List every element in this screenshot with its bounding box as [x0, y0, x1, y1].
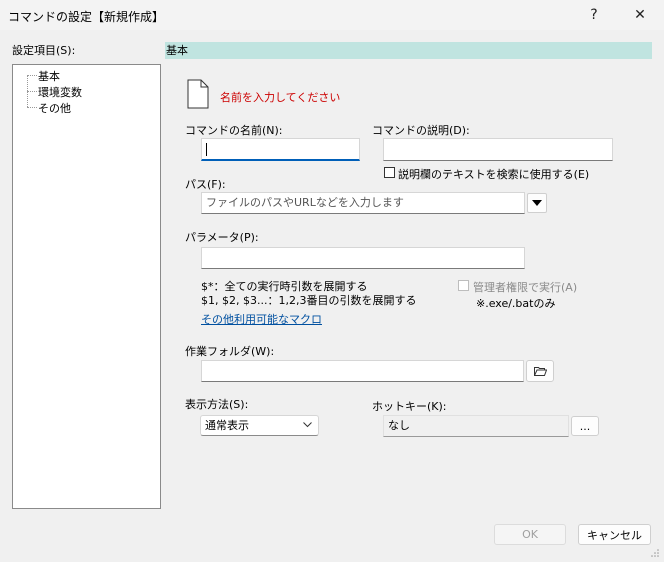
folder-icon [533, 367, 547, 376]
close-button[interactable]: ✕ [618, 0, 662, 30]
use-description-checkbox[interactable] [384, 167, 395, 178]
window-title: コマンドの設定【新規作成】 [8, 10, 165, 24]
path-input[interactable]: ファイルのパスやURLなどを入力します [201, 192, 525, 214]
display-method-label: 表示方法(S): [185, 398, 249, 411]
hotkey-field[interactable]: なし [383, 415, 569, 437]
hotkey-browse-button[interactable]: ... [571, 416, 599, 436]
chevron-down-icon [532, 200, 542, 206]
workdir-label: 作業フォルダ(W): [185, 345, 275, 358]
hotkey-label: ホットキー(K): [372, 400, 447, 413]
parameter-input[interactable] [201, 247, 525, 269]
error-message: 名前を入力してください [220, 91, 341, 104]
description-input[interactable] [383, 138, 613, 161]
macro-link[interactable]: その他利用可能なマクロ [201, 311, 322, 327]
ok-button[interactable]: OK [494, 524, 566, 545]
use-description-label: 説明欄のテキストを検索に使用する(E) [398, 168, 590, 181]
tree-line [27, 107, 37, 108]
tree-label: 設定項目(S): [12, 44, 76, 57]
text-cursor [206, 143, 207, 156]
browse-folder-button[interactable] [526, 360, 554, 382]
section-header: 基本 [165, 42, 652, 59]
admin-checkbox[interactable] [458, 280, 469, 291]
display-method-value: 通常表示 [205, 419, 249, 432]
path-dropdown-button[interactable] [527, 193, 547, 213]
tree-item-env[interactable]: 環境変数 [38, 84, 82, 100]
tree-line [27, 91, 37, 92]
parameter-label: パラメータ(P): [185, 231, 259, 244]
admin-note: ※.exe/.batのみ [476, 297, 556, 310]
admin-label: 管理者権限で実行(A) [473, 281, 578, 294]
path-placeholder: ファイルのパスやURLなどを入力します [206, 196, 404, 209]
name-input[interactable] [201, 138, 360, 161]
document-icon [187, 79, 209, 112]
path-label: パス(F): [185, 178, 226, 191]
name-label: コマンドの名前(N): [185, 124, 283, 137]
chevron-down-icon [303, 422, 312, 428]
description-label: コマンドの説明(D): [372, 124, 470, 137]
resize-grip-icon[interactable] [650, 548, 660, 561]
display-method-select[interactable]: 通常表示 [200, 415, 319, 436]
cancel-button[interactable]: キャンセル [578, 524, 651, 545]
parameter-help-2: $1, $2, $3...：1,2,3番目の引数を展開する [201, 294, 417, 307]
settings-tree[interactable]: 基本 環境変数 その他 [12, 64, 161, 509]
tree-item-basic[interactable]: 基本 [38, 68, 60, 84]
tree-line [27, 75, 37, 76]
help-button[interactable]: ? [572, 0, 616, 30]
tree-item-other[interactable]: その他 [38, 100, 71, 116]
workdir-input[interactable] [201, 360, 524, 382]
